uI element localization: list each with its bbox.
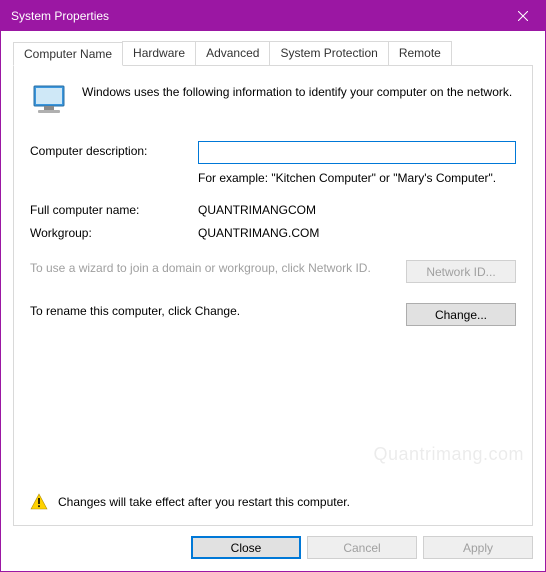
computer-icon <box>30 84 70 123</box>
description-hint: For example: "Kitchen Computer" or "Mary… <box>198 170 516 186</box>
tab-system-protection[interactable]: System Protection <box>269 41 388 65</box>
network-id-button: Network ID... <box>406 260 516 283</box>
close-window-button[interactable] <box>500 1 545 31</box>
dialog-footer: Close Cancel Apply <box>13 526 533 559</box>
window-title: System Properties <box>11 9 500 23</box>
label-computer-description: Computer description: <box>30 141 198 158</box>
system-properties-window: System Properties Computer Name Hardware… <box>0 0 546 572</box>
titlebar: System Properties <box>1 1 545 31</box>
tab-remote[interactable]: Remote <box>388 41 452 65</box>
close-icon <box>518 11 528 21</box>
value-workgroup: QUANTRIMANG.COM <box>198 223 319 240</box>
network-id-text: To use a wizard to join a domain or work… <box>30 260 394 276</box>
tab-hardware[interactable]: Hardware <box>122 41 196 65</box>
change-text: To rename this computer, click Change. <box>30 303 394 319</box>
value-full-computer-name: QUANTRIMANGCOM <box>198 200 316 217</box>
warning-text: Changes will take effect after you resta… <box>58 495 350 509</box>
client-area: Computer Name Hardware Advanced System P… <box>1 31 545 571</box>
close-button[interactable]: Close <box>191 536 301 559</box>
label-workgroup: Workgroup: <box>30 223 198 240</box>
computer-description-input[interactable] <box>198 141 516 164</box>
change-button[interactable]: Change... <box>406 303 516 326</box>
tab-advanced[interactable]: Advanced <box>195 41 270 65</box>
label-full-computer-name: Full computer name: <box>30 200 198 217</box>
tabpanel-computer-name: Windows uses the following information t… <box>13 65 533 526</box>
warning-icon <box>30 493 48 511</box>
watermark: Quantrimang.com <box>373 444 524 465</box>
tabstrip: Computer Name Hardware Advanced System P… <box>13 41 533 65</box>
apply-button: Apply <box>423 536 533 559</box>
intro-text: Windows uses the following information t… <box>82 84 512 123</box>
cancel-button: Cancel <box>307 536 417 559</box>
tab-computer-name[interactable]: Computer Name <box>13 42 123 66</box>
